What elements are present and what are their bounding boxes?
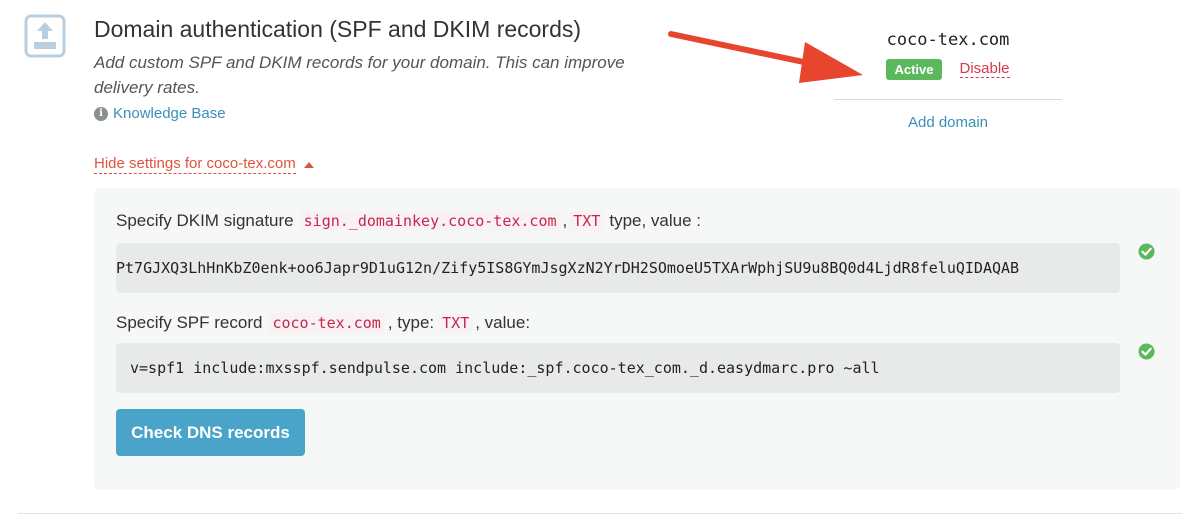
dkim-label: Specify DKIM signature sign._domainkey.c… [116,211,701,231]
status-badge: Active [886,59,942,80]
domain-panel: coco-tex.com Active Disable Add domain [834,30,1062,131]
panel-divider [834,99,1062,100]
spf-host: coco-tex.com [268,313,385,333]
check-circle-icon [1138,343,1155,360]
check-circle-icon [1138,243,1155,260]
spf-label-suffix: , value: [475,313,531,332]
disable-link[interactable]: Disable [959,61,1010,78]
dkim-value: Pt7GJXQ3LhHnKbZ0enk+oo6Japr9D1uG12n/Zify… [116,259,1020,277]
section-title: Domain authentication (SPF and DKIM reco… [94,16,582,42]
spf-label-prefix: Specify SPF record [116,313,263,332]
section-description: Add custom SPF and DKIM records for your… [94,53,625,97]
add-domain-link[interactable]: Add domain [834,114,1062,131]
dns-settings-box: Specify DKIM signature sign._domainkey.c… [94,188,1180,490]
hide-settings-toggle[interactable]: Hide settings for coco-tex.com [94,155,314,174]
knowledge-base-link[interactable]: i Knowledge Base [94,105,226,122]
dkim-record-type: TXT [569,211,605,231]
dkim-value-field[interactable]: Pt7GJXQ3LhHnKbZ0enk+oo6Japr9D1uG12n/Zify… [116,243,1120,293]
dkim-label-prefix: Specify DKIM signature [116,211,294,230]
section-divider [18,513,1182,514]
knowledge-base-label[interactable]: Knowledge Base [113,105,226,122]
check-dns-records-button[interactable]: Check DNS records [116,409,305,456]
info-icon: i [94,106,108,121]
upload-icon [24,14,66,58]
spf-value: v=spf1 include:mxsspf.sendpulse.com incl… [130,359,880,377]
spf-label: Specify SPF record coco-tex.com , type: … [116,313,530,333]
dkim-separator: , [562,211,568,230]
hide-settings-label[interactable]: Hide settings for coco-tex.com [94,155,296,174]
dkim-host: sign._domainkey.coco-tex.com [299,211,561,231]
spf-value-field[interactable]: v=spf1 include:mxsspf.sendpulse.com incl… [116,343,1120,393]
domain-name: coco-tex.com [886,30,1010,50]
caret-up-icon [303,161,314,168]
domain-status-row: Active Disable [834,59,1062,80]
dkim-label-suffix: type, value : [609,211,702,230]
spf-record-type: TXT [438,313,474,333]
spf-separator: , type: [387,313,435,332]
